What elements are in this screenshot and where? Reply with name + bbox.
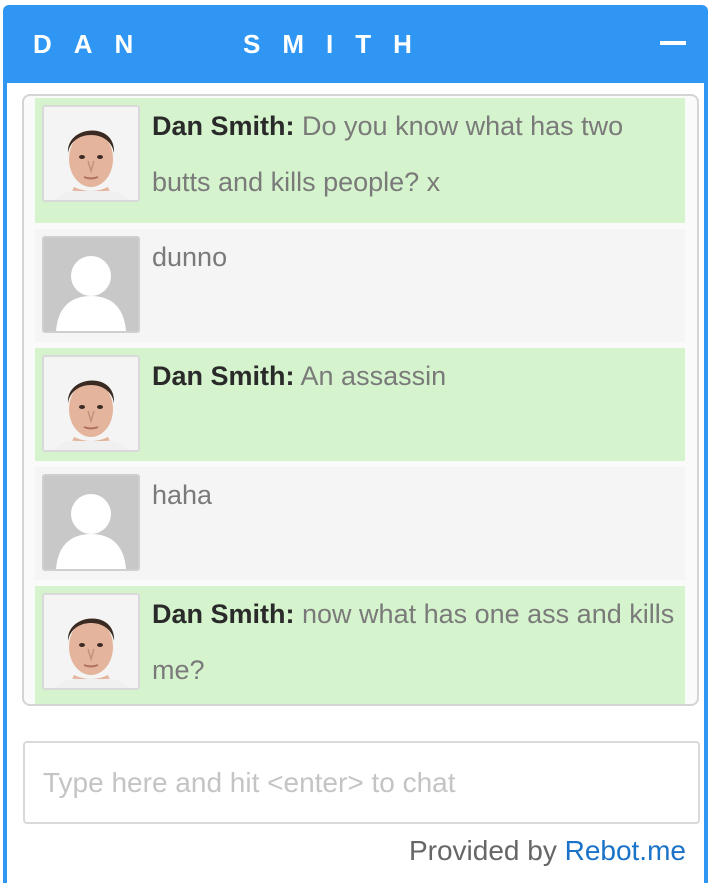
message-user: dunno <box>35 229 685 342</box>
minimize-icon[interactable] <box>660 35 686 55</box>
default-user-avatar <box>42 236 140 333</box>
bot-face-avatar <box>42 593 140 690</box>
message-bot: Dan Smith: Do you know what has two butt… <box>35 98 685 223</box>
message-body: An assassin <box>294 361 447 391</box>
message-text: Dan Smith: now what has one ass and kill… <box>152 586 677 698</box>
chat-input[interactable] <box>25 743 698 822</box>
message-bot: Dan Smith: An assassin <box>35 348 685 461</box>
message-user: haha <box>35 467 685 580</box>
message-text: Dan Smith: Do you know what has two butt… <box>152 98 677 210</box>
footer-credit: Provided by Rebot.me <box>409 835 686 867</box>
message-bot: Dan Smith: now what has one ass and kill… <box>35 586 685 704</box>
chat-title: DAN SMITH <box>33 29 434 59</box>
message-text: Dan Smith: An assassin <box>152 348 677 404</box>
chat-body: Dan Smith: Do you know what has two butt… <box>7 83 704 883</box>
chat-header: DAN SMITH <box>3 5 708 83</box>
message-text: haha <box>152 467 677 523</box>
message-sender: Dan Smith: <box>152 111 295 141</box>
bot-face-avatar <box>42 105 140 202</box>
rebot-link[interactable]: Rebot.me <box>565 835 686 866</box>
message-body: haha <box>152 480 213 510</box>
message-sender: Dan Smith: <box>152 599 295 629</box>
chat-widget: DAN SMITH Dan Smith: Do you know what ha… <box>3 5 708 883</box>
chat-input-wrapper <box>23 741 700 824</box>
message-list[interactable]: Dan Smith: Do you know what has two butt… <box>22 94 699 706</box>
default-user-avatar <box>42 474 140 571</box>
message-body: dunno <box>152 242 228 272</box>
footer-prefix: Provided by <box>408 835 565 866</box>
message-sender: Dan Smith: <box>152 361 295 391</box>
bot-face-avatar <box>42 355 140 452</box>
message-text: dunno <box>152 229 677 285</box>
